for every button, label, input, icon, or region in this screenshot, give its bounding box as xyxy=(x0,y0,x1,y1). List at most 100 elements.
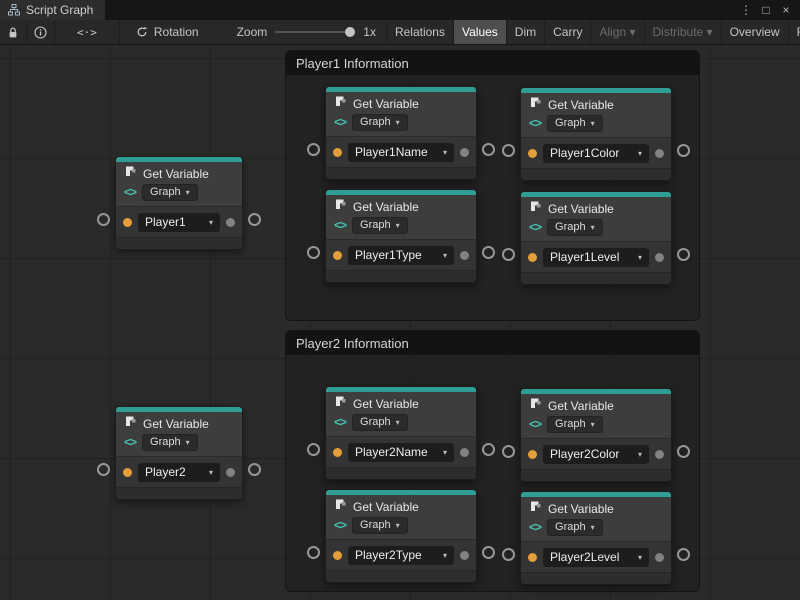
value-output-dot xyxy=(655,253,664,262)
variable-kind-dropdown[interactable]: Graph ▾ xyxy=(547,519,603,536)
node-footer xyxy=(116,237,242,249)
output-port[interactable] xyxy=(482,143,495,156)
output-port[interactable] xyxy=(482,246,495,259)
value-input-dot xyxy=(123,468,132,477)
chevron-down-icon: ▾ xyxy=(443,446,447,459)
node-get-variable-player1name[interactable]: Get Variable <> Graph ▾ Player1Name ▾ xyxy=(325,86,477,180)
input-port[interactable] xyxy=(307,443,320,456)
node-title: Get Variable xyxy=(353,500,419,514)
variable-kind-dropdown[interactable]: Graph ▾ xyxy=(142,184,198,201)
code-view-button[interactable]: <·> xyxy=(55,20,120,44)
variable-name-dropdown[interactable]: Player2 ▾ xyxy=(138,463,220,482)
variable-name-label: Player2Type xyxy=(355,549,422,562)
toolbar-button-full-screen[interactable]: Full Screen xyxy=(788,20,800,44)
code-glyph-icon: <> xyxy=(334,415,346,429)
variable-name-label: Player1Type xyxy=(355,249,422,262)
output-port[interactable] xyxy=(482,443,495,456)
variable-name-dropdown[interactable]: Player1Name ▾ xyxy=(348,143,454,162)
variable-kind-dropdown[interactable]: Graph ▾ xyxy=(352,114,408,131)
variable-kind-dropdown[interactable]: Graph ▾ xyxy=(547,115,603,132)
node-box: Get Variable <> Graph ▾ Player1 ▾ xyxy=(115,156,243,250)
variable-icon xyxy=(334,95,347,113)
output-port[interactable] xyxy=(482,546,495,559)
toolbar-button-carry[interactable]: Carry xyxy=(544,20,590,44)
node-footer xyxy=(326,570,476,582)
variable-name-dropdown[interactable]: Player1Color ▾ xyxy=(543,144,649,163)
chevron-down-icon: ▾ xyxy=(638,251,642,264)
node-get-variable-player2level[interactable]: Get Variable <> Graph ▾ Player2Level ▾ xyxy=(520,491,672,585)
output-port[interactable] xyxy=(677,548,690,561)
input-port[interactable] xyxy=(97,463,110,476)
output-port[interactable] xyxy=(677,248,690,261)
node-box: Get Variable <> Graph ▾ Player2Type ▾ xyxy=(325,489,477,583)
input-port[interactable] xyxy=(97,213,110,226)
value-input-dot xyxy=(333,551,342,560)
toolbar-button-values[interactable]: Values xyxy=(453,20,506,44)
variable-name-dropdown[interactable]: Player1Level ▾ xyxy=(543,248,649,267)
group-header[interactable]: Player1 Information xyxy=(286,51,699,75)
variable-kind-dropdown[interactable]: Graph ▾ xyxy=(352,217,408,234)
input-port[interactable] xyxy=(307,546,320,559)
input-port[interactable] xyxy=(502,144,515,157)
maximize-icon[interactable]: □ xyxy=(758,2,774,18)
variable-kind-dropdown[interactable]: Graph ▾ xyxy=(547,416,603,433)
info-button[interactable] xyxy=(27,20,55,44)
variable-name-dropdown[interactable]: Player2Type ▾ xyxy=(348,546,454,565)
node-get-variable-player1level[interactable]: Get Variable <> Graph ▾ Player1Level ▾ xyxy=(520,191,672,285)
toolbar-button-relations[interactable]: Relations xyxy=(386,20,453,44)
output-port[interactable] xyxy=(677,144,690,157)
tab-script-graph[interactable]: Script Graph xyxy=(0,0,105,20)
value-output-dot xyxy=(460,148,469,157)
node-body: Player1Color ▾ xyxy=(521,137,671,168)
node-get-variable-player1[interactable]: Get Variable <> Graph ▾ Player1 ▾ xyxy=(115,156,243,250)
variable-name-dropdown[interactable]: Player1Type ▾ xyxy=(348,246,454,265)
info-icon xyxy=(34,26,47,39)
input-port[interactable] xyxy=(502,445,515,458)
node-get-variable-player2type[interactable]: Get Variable <> Graph ▾ Player2Type ▾ xyxy=(325,489,477,583)
node-get-variable-player2color[interactable]: Get Variable <> Graph ▾ Player2Color ▾ xyxy=(520,388,672,482)
node-get-variable-player2name[interactable]: Get Variable <> Graph ▾ Player2Name ▾ xyxy=(325,386,477,480)
input-port[interactable] xyxy=(502,248,515,261)
variable-kind-label: Graph xyxy=(360,219,391,232)
close-icon[interactable]: × xyxy=(778,2,794,18)
node-get-variable-player1type[interactable]: Get Variable <> Graph ▾ Player1Type ▾ xyxy=(325,189,477,283)
variable-icon xyxy=(334,498,347,516)
group-header[interactable]: Player2 Information xyxy=(286,331,699,355)
lock-button[interactable] xyxy=(0,20,27,44)
zoom-slider[interactable] xyxy=(275,20,355,44)
variable-kind-dropdown[interactable]: Graph ▾ xyxy=(352,414,408,431)
toolbar-button-align: Align ▾ xyxy=(590,20,643,44)
script-graph-window: Script Graph ⋮ □ × <·> xyxy=(0,0,800,600)
variable-kind-dropdown[interactable]: Graph ▾ xyxy=(142,434,198,451)
input-port[interactable] xyxy=(307,143,320,156)
node-box: Get Variable <> Graph ▾ Player2 ▾ xyxy=(115,406,243,500)
variable-icon xyxy=(124,415,137,433)
menu-icon[interactable]: ⋮ xyxy=(738,2,754,18)
output-port[interactable] xyxy=(248,463,261,476)
input-port[interactable] xyxy=(307,246,320,259)
output-port[interactable] xyxy=(248,213,261,226)
variable-kind-dropdown[interactable]: Graph ▾ xyxy=(547,219,603,236)
node-box: Get Variable <> Graph ▾ Player1Level ▾ xyxy=(520,191,672,285)
toolbar-button-dim[interactable]: Dim xyxy=(506,20,544,44)
node-body: Player2Level ▾ xyxy=(521,541,671,572)
variable-name-dropdown[interactable]: Player1 ▾ xyxy=(138,213,220,232)
node-get-variable-player2[interactable]: Get Variable <> Graph ▾ Player2 ▾ xyxy=(115,406,243,500)
rotation-control[interactable]: Rotation xyxy=(120,20,211,44)
output-port[interactable] xyxy=(677,445,690,458)
chevron-down-icon: ▾ xyxy=(443,549,447,562)
toolbar-button-overview[interactable]: Overview xyxy=(721,20,788,44)
value-input-dot xyxy=(333,251,342,260)
graph-canvas[interactable]: Player1 Information Player2 Information … xyxy=(0,45,800,600)
node-get-variable-player1color[interactable]: Get Variable <> Graph ▾ Player1Color ▾ xyxy=(520,87,672,181)
variable-kind-dropdown[interactable]: Graph ▾ xyxy=(352,517,408,534)
input-port[interactable] xyxy=(502,548,515,561)
chevron-down-icon: ▾ xyxy=(638,448,642,461)
node-body: Player1Type ▾ xyxy=(326,239,476,270)
code-glyph-icon: <> xyxy=(334,218,346,232)
variable-name-dropdown[interactable]: Player2Level ▾ xyxy=(543,548,649,567)
variable-name-dropdown[interactable]: Player2Color ▾ xyxy=(543,445,649,464)
zoom-slider-knob[interactable] xyxy=(345,27,355,37)
value-output-dot xyxy=(655,450,664,459)
variable-name-dropdown[interactable]: Player2Name ▾ xyxy=(348,443,454,462)
